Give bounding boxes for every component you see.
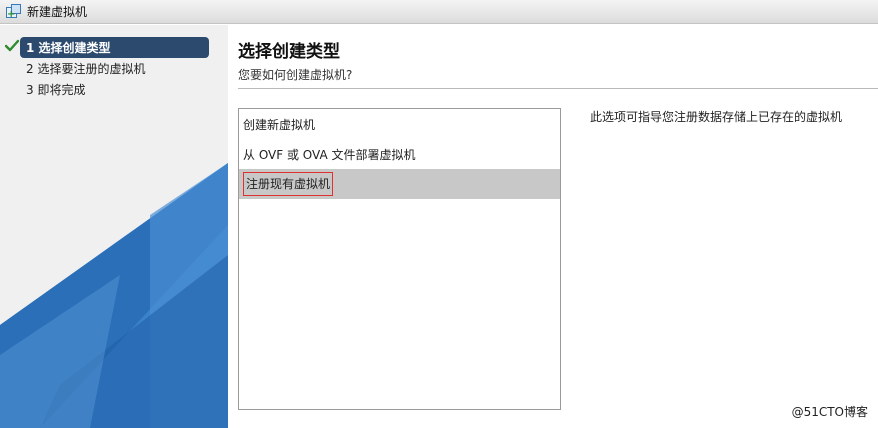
- wizard-sidebar: 1 选择创建类型 2 选择要注册的虚拟机 3 即将完成: [0, 25, 228, 428]
- step-label: 3 即将完成: [26, 83, 86, 97]
- new-vm-icon: +: [6, 3, 22, 20]
- page-title: 选择创建类型: [238, 42, 340, 62]
- step-select-creation-type[interactable]: 1 选择创建类型: [0, 37, 228, 58]
- header-divider: [238, 88, 878, 89]
- option-create-new-vm[interactable]: 创建新虚拟机: [239, 109, 560, 139]
- step-ready-to-complete[interactable]: 3 即将完成: [0, 79, 228, 100]
- step-label: 1 选择创建类型: [26, 41, 111, 55]
- option-label: 注册现有虚拟机: [243, 172, 334, 196]
- wizard-steps: 1 选择创建类型 2 选择要注册的虚拟机 3 即将完成: [0, 37, 228, 100]
- step-select-vm-to-register[interactable]: 2 选择要注册的虚拟机: [0, 58, 228, 79]
- option-label: 创建新虚拟机: [243, 117, 316, 132]
- page-subtitle: 您要如何创建虚拟机?: [238, 68, 353, 82]
- window-title: 新建虚拟机: [27, 5, 88, 19]
- step-label: 2 选择要注册的虚拟机: [26, 62, 146, 76]
- checkmark-icon: [5, 39, 19, 52]
- wizard-content: 选择创建类型 您要如何创建虚拟机? 创建新虚拟机 从 OVF 或 OVA 文件部…: [228, 25, 878, 428]
- watermark: @51CTO博客: [791, 405, 868, 419]
- creation-type-list[interactable]: 创建新虚拟机 从 OVF 或 OVA 文件部署虚拟机 注册现有虚拟机: [238, 108, 561, 410]
- title-bar: + 新建虚拟机: [0, 0, 878, 24]
- option-deploy-from-ovf-ova[interactable]: 从 OVF 或 OVA 文件部署虚拟机: [239, 139, 560, 169]
- option-register-existing-vm[interactable]: 注册现有虚拟机: [239, 169, 560, 199]
- option-description: 此选项可指导您注册数据存储上已存在的虚拟机: [590, 110, 843, 124]
- option-label: 从 OVF 或 OVA 文件部署虚拟机: [243, 147, 416, 162]
